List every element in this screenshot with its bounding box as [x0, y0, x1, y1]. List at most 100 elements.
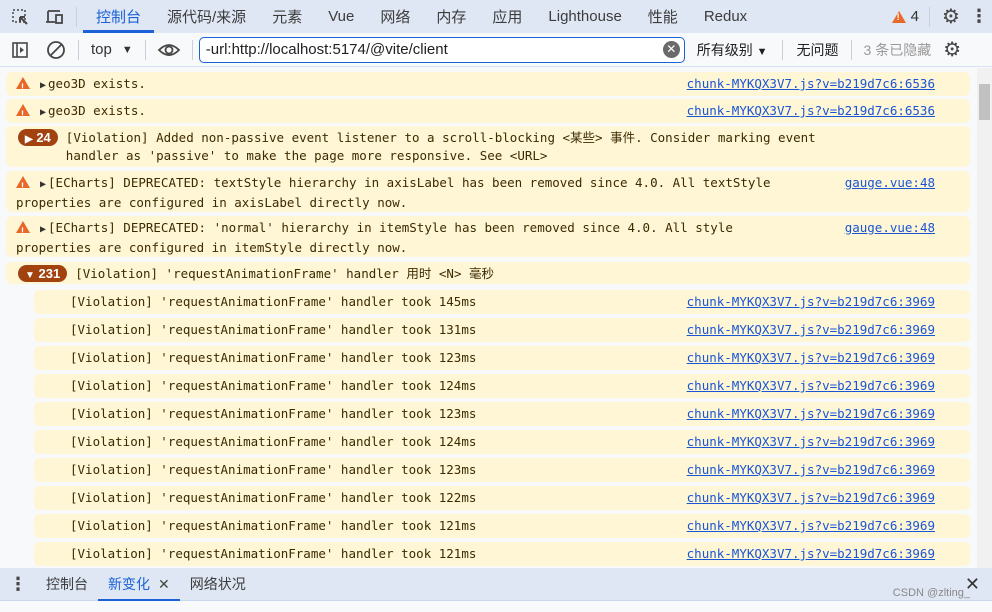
console-message: [Violation] 'requestAnimationFrame' hand… [34, 514, 970, 538]
badge-count: 231 [38, 266, 61, 281]
console-message: ▶[ECharts] DEPRECATED: textStyle hierarc… [6, 171, 970, 212]
message-text: [Violation] 'requestAnimationFrame' hand… [70, 434, 477, 449]
message-text: [Violation] 'requestAnimationFrame' hand… [70, 322, 477, 337]
tab-6[interactable]: 应用 [479, 0, 535, 33]
divider [76, 6, 77, 27]
source-link[interactable]: chunk-MYKQX3V7.js?v=b219d7c6:3969 [687, 433, 935, 451]
issues-button[interactable]: 无问题 [789, 40, 847, 60]
sidebar-toggle-icon[interactable] [0, 41, 40, 59]
source-link[interactable]: gauge.vue:48 [845, 174, 935, 192]
console-group-header[interactable]: ▼ 231 [Violation] 'requestAnimationFrame'… [6, 262, 970, 284]
source-link[interactable]: chunk-MYKQX3V7.js?v=b219d7c6:3969 [687, 321, 935, 339]
console-message: [Violation] 'requestAnimationFrame' hand… [34, 430, 970, 454]
tab-0[interactable]: 控制台 [83, 0, 155, 33]
context-selector[interactable]: top ▼ [85, 41, 139, 58]
drawer-tab-whats-new[interactable]: 新变化 ✕ [98, 568, 180, 601]
warning-icon [891, 10, 906, 23]
settings-gear-icon[interactable]: ⚙ [936, 4, 966, 29]
dropdown-arrow-icon: ▼ [121, 43, 133, 56]
message-text: [Violation] 'requestAnimationFrame' hand… [70, 462, 477, 477]
badge-count: 24 [36, 130, 51, 145]
console-message: [Violation] 'requestAnimationFrame' hand… [34, 542, 970, 566]
message-text: [ECharts] DEPRECATED: 'normal' hierarchy… [16, 220, 733, 255]
console-message: ▶geo3D exists. chunk-MYKQX3V7.js?v=b219d7… [6, 72, 970, 96]
issues-counter[interactable]: 4 [891, 8, 919, 25]
tab-9[interactable]: Redux [691, 0, 760, 33]
message-text: [Violation] 'requestAnimationFrame' hand… [70, 378, 477, 393]
source-link[interactable]: chunk-MYKQX3V7.js?v=b219d7c6:6536 [687, 102, 935, 120]
source-link[interactable]: chunk-MYKQX3V7.js?v=b219d7c6:3969 [687, 545, 935, 563]
divider [78, 39, 79, 60]
group-text: [Violation] 'requestAnimationFrame' hand… [75, 266, 494, 281]
close-tab-icon[interactable]: ✕ [158, 576, 170, 593]
expand-triangle-icon[interactable]: ▶ [40, 179, 46, 190]
message-text: [ECharts] DEPRECATED: textStyle hierarch… [16, 175, 771, 210]
console-toolbar: top ▼ -url:http://localhost:5174/@vite/cl… [0, 33, 992, 67]
console-message: [Violation] 'requestAnimationFrame' hand… [34, 374, 970, 398]
console-message: [Violation] 'requestAnimationFrame' hand… [34, 346, 970, 370]
divider [781, 39, 783, 60]
console-settings-gear-icon[interactable]: ⚙ [939, 37, 965, 62]
warning-icon [16, 221, 30, 240]
message-text: [Violation] 'requestAnimationFrame' hand… [70, 294, 477, 309]
tab-1[interactable]: 源代码/来源 [154, 0, 259, 33]
warning-icon [16, 104, 30, 123]
scrollbar-thumb[interactable] [979, 84, 990, 120]
message-text: [Violation] Added non-passive event list… [65, 130, 816, 163]
device-toolbar-icon[interactable] [40, 0, 70, 33]
source-link[interactable]: chunk-MYKQX3V7.js?v=b219d7c6:3969 [687, 377, 935, 395]
console-message: [Violation] 'requestAnimationFrame' hand… [34, 486, 970, 510]
drawer-menu-icon[interactable]: ⋮ [0, 574, 36, 595]
warning-icon [16, 77, 30, 96]
dropdown-arrow-icon: ▼ [756, 45, 768, 58]
divider [850, 39, 852, 60]
message-text: [Violation] 'requestAnimationFrame' hand… [70, 350, 477, 365]
divider [191, 39, 193, 60]
message-text: [Violation] 'requestAnimationFrame' hand… [70, 406, 477, 421]
tab-7[interactable]: Lighthouse [535, 0, 634, 33]
source-link[interactable]: chunk-MYKQX3V7.js?v=b219d7c6:3969 [687, 461, 935, 479]
filter-input[interactable]: -url:http://localhost:5174/@vite/client ✕ [198, 36, 685, 63]
scrollbar[interactable] [977, 68, 992, 568]
more-options-icon[interactable]: ⋮ [966, 6, 992, 27]
drawer-tab-console[interactable]: 控制台 [36, 568, 98, 601]
tab-5[interactable]: 内存 [423, 0, 479, 33]
message-text: geo3D exists. [48, 103, 146, 118]
source-link[interactable]: chunk-MYKQX3V7.js?v=b219d7c6:3969 [687, 517, 935, 535]
drawer-tab-network-conditions[interactable]: 网络状况 [180, 568, 256, 601]
console-message: [Violation] 'requestAnimationFrame' hand… [34, 318, 970, 342]
expand-triangle-icon[interactable]: ▶ [40, 224, 46, 235]
devtools-tabbar: 控制台源代码/来源元素Vue网络内存应用Lighthouse性能Redux 4 … [0, 0, 992, 33]
console-message: ▶geo3D exists. chunk-MYKQX3V7.js?v=b219d7… [6, 99, 970, 123]
source-link[interactable]: chunk-MYKQX3V7.js?v=b219d7c6:3969 [687, 293, 935, 311]
message-text: [Violation] 'requestAnimationFrame' hand… [70, 518, 477, 533]
expand-triangle-icon[interactable]: ▶ [40, 80, 46, 91]
clear-filter-icon[interactable]: ✕ [662, 41, 680, 58]
console-message: [Violation] 'requestAnimationFrame' hand… [34, 290, 970, 314]
divider [929, 6, 930, 27]
tab-3[interactable]: Vue [315, 0, 367, 33]
console-message: ▶[ECharts] DEPRECATED: 'normal' hierarch… [6, 216, 970, 257]
group-count-badge[interactable]: ▼ 231 [18, 265, 68, 282]
message-text: geo3D exists. [48, 76, 146, 91]
source-link[interactable]: gauge.vue:48 [845, 219, 935, 237]
warning-icon [16, 176, 30, 195]
message-text: [Violation] 'requestAnimationFrame' hand… [70, 490, 477, 505]
console-messages: ▶geo3D exists.chunk-MYKQX3V7.js?v=b219d7… [0, 68, 976, 568]
source-link[interactable]: chunk-MYKQX3V7.js?v=b219d7c6:3969 [687, 489, 935, 507]
expand-triangle-icon[interactable]: ▶ [40, 107, 46, 118]
tab-4[interactable]: 网络 [367, 0, 423, 33]
live-expression-eye-icon[interactable] [152, 42, 186, 58]
tab-2[interactable]: 元素 [259, 0, 315, 33]
source-link[interactable]: chunk-MYKQX3V7.js?v=b219d7c6:3969 [687, 349, 935, 367]
source-link[interactable]: chunk-MYKQX3V7.js?v=b219d7c6:6536 [687, 75, 935, 93]
log-levels-dropdown[interactable]: 所有级别 ▼ [685, 40, 776, 60]
divider [144, 39, 146, 60]
tab-8[interactable]: 性能 [635, 0, 691, 33]
inspect-element-icon[interactable] [0, 0, 40, 33]
console-message: ▶ 24 [Violation] Added non-passive event … [6, 126, 970, 167]
message-text: [Violation] 'requestAnimationFrame' hand… [70, 546, 477, 561]
clear-console-icon[interactable] [40, 40, 72, 60]
source-link[interactable]: chunk-MYKQX3V7.js?v=b219d7c6:3969 [687, 405, 935, 423]
message-count-badge[interactable]: ▶ 24 [18, 129, 58, 146]
